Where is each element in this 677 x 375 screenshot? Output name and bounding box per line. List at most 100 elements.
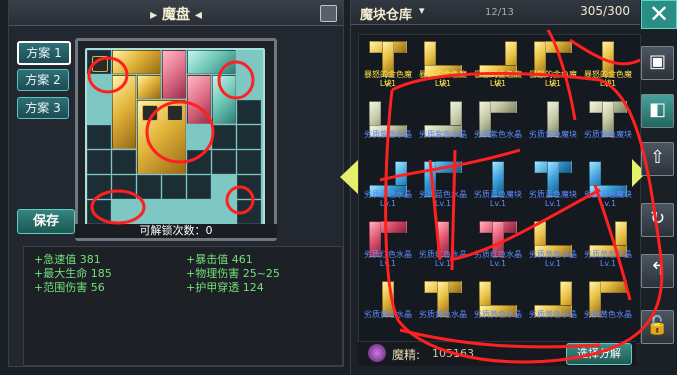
warehouse-title: 魔块仓库 [360, 8, 413, 23]
plan-2-button[interactable]: 方案 2 [17, 69, 69, 91]
inventory-item[interactable]: 劣质红色水晶 Lv.1 [472, 219, 524, 276]
unlock-count-value: 0 [205, 224, 213, 237]
title-ornament: ◂ [190, 7, 202, 23]
block-warehouse-panel: 魔块仓库 ▾ 12/13 305/300 暴怒的金色魔块 Lv.1 暴怒的金色魔块 L… [350, 0, 641, 375]
inventory-item[interactable]: 劣质紫色魔块 [582, 99, 634, 156]
board-cell[interactable] [87, 175, 111, 199]
inventory-item[interactable]: 劣质蓝色魔块 Lv.1 [582, 159, 634, 216]
item-level: Lv.1 [599, 199, 617, 208]
item-level: Lv.1 [489, 199, 507, 208]
board-cell[interactable] [87, 125, 111, 149]
inventory-item[interactable]: 暴怒的金色魔块 Lv.1 [417, 39, 469, 96]
inventory-item[interactable]: 暴怒的金色魔块 Lv.1 [582, 39, 634, 96]
item-name: 劣质蓝色水晶 [419, 190, 467, 199]
stat-label: +范围伤害 [34, 281, 88, 294]
teal-piece[interactable] [187, 50, 236, 74]
board-cell[interactable] [237, 100, 261, 124]
inventory-item[interactable]: 暴怒的金色魔块 Lv.1 [472, 39, 524, 96]
plan-3-button[interactable]: 方案 3 [17, 97, 69, 119]
lock-icon[interactable]: 🔓 [641, 310, 674, 344]
teal-piece[interactable] [212, 75, 236, 124]
settings-icon[interactable] [320, 5, 337, 22]
refresh-glyph: ↻ [649, 208, 666, 229]
item-name: 劣质蓝色魔块 [584, 190, 632, 199]
board-cell[interactable] [237, 150, 261, 174]
inventory-item[interactable]: 劣质紫色魔块 [527, 99, 579, 156]
board-cell[interactable] [112, 150, 136, 174]
inventory-item[interactable]: 劣质蓝色水晶 Lv.1 [417, 159, 469, 216]
essence-value: 105163 [432, 347, 474, 360]
panel-title: ▸ 魔盘 ◂ [9, 4, 343, 24]
copy-icon[interactable]: ▣ [641, 46, 674, 80]
item-name: 劣质黄色水晶 [474, 310, 522, 319]
board-cell[interactable] [187, 175, 211, 199]
inventory-item[interactable]: 暴怒的金色魔块 Lv.1 [362, 39, 414, 96]
upload-icon[interactable]: ⇧ [641, 142, 674, 176]
gem-socket-icon [167, 105, 183, 121]
page-indicator: 12/13 [485, 7, 514, 18]
inventory-item[interactable]: 劣质蓝色水晶 Lv.1 [362, 159, 414, 216]
inventory-item[interactable]: 劣质紫色水晶 [417, 99, 469, 156]
inventory-grid: 暴怒的金色魔块 Lv.1 暴怒的金色魔块 Lv.1 暴怒的金色魔块 Lv.1 暴怒的金色魔块… [358, 34, 641, 344]
item-name: 劣质黄色水晶 [584, 250, 632, 259]
plan-1-button[interactable]: 方案 1 [17, 41, 71, 65]
inventory-item[interactable]: 劣质黄色水晶 Lv.1 [582, 219, 634, 276]
pink-piece[interactable] [187, 75, 211, 124]
essence-label: 魔精: [392, 348, 421, 362]
close-button[interactable]: ✕ [641, 0, 677, 29]
inventory-item[interactable]: 劣质红色水晶 Lv.1 [417, 219, 469, 276]
back-glyph: ↰ [649, 259, 666, 280]
item-level: Lv.1 [434, 259, 452, 268]
item-name: 劣质黄色水晶 [529, 250, 577, 259]
item-level: Lv.1 [434, 79, 452, 88]
back-icon[interactable]: ↰ [641, 254, 674, 288]
item-name: 劣质紫色魔块 [529, 130, 577, 139]
item-level: Lv.1 [544, 259, 562, 268]
inventory-item[interactable]: 暴怒的金色魔块 Lv.1 [527, 39, 579, 96]
item-level: Lv.1 [489, 259, 507, 268]
pink-piece[interactable] [162, 50, 186, 99]
magic-disk-panel: ▸ 魔盘 ◂ 方案 1 方案 2 方案 3 保存 可解锁次数：0 +急速值 38… [8, 0, 344, 367]
board-cell[interactable] [87, 150, 111, 174]
capacity-counter: 305/300 [580, 4, 630, 18]
title-ornament: ▸ [150, 7, 162, 23]
inventory-item[interactable]: 劣质黄色水晶 [362, 279, 414, 336]
item-name: 劣质红色水晶 [364, 250, 412, 259]
magic-disk-board [75, 38, 277, 241]
board-cell[interactable] [212, 150, 236, 174]
board-cell[interactable] [237, 200, 261, 224]
board-cell[interactable] [112, 175, 136, 199]
board-cell[interactable] [162, 175, 186, 199]
refresh-icon[interactable]: ↻ [641, 203, 674, 237]
inventory-item[interactable]: 劣质红色水晶 Lv.1 [362, 219, 414, 276]
board-cell[interactable] [237, 125, 261, 149]
gold-piece[interactable] [112, 50, 161, 74]
layout-icon[interactable]: ◧ [641, 94, 674, 128]
inventory-item[interactable]: 劣质蓝色魔块 Lv.1 [472, 159, 524, 216]
inventory-item[interactable]: 劣质紫色水晶 [472, 99, 524, 156]
board-grid [85, 48, 265, 228]
inventory-item[interactable]: 劣质蓝色魔块 Lv.1 [527, 159, 579, 216]
board-cell[interactable] [237, 175, 261, 199]
board-cell[interactable] [87, 200, 111, 224]
inventory-item[interactable]: 劣质黄色水晶 [582, 279, 634, 336]
select-decompose-button[interactable]: 选择分解 [566, 343, 632, 365]
item-level: Lv.1 [489, 79, 507, 88]
inventory-item[interactable]: 劣质黄色水晶 [472, 279, 524, 336]
panel-title-text: 魔盘 [162, 7, 190, 23]
gold-piece[interactable] [112, 75, 136, 149]
item-level: Lv.1 [379, 259, 397, 268]
inventory-item[interactable]: 劣质黄色水晶 Lv.1 [527, 219, 579, 276]
save-button[interactable]: 保存 [17, 209, 75, 234]
chevron-down-icon[interactable]: ▾ [419, 4, 425, 17]
gem-socket-icon [142, 105, 158, 121]
gold-piece[interactable] [137, 75, 161, 99]
inventory-item[interactable]: 劣质黄色水晶 [527, 279, 579, 336]
board-cell[interactable] [187, 150, 211, 174]
board-cell[interactable] [137, 175, 161, 199]
board-cell[interactable] [212, 125, 236, 149]
inventory-item[interactable]: 劣质黄色水晶 [417, 279, 469, 336]
prev-page-arrow-icon[interactable] [340, 160, 358, 194]
stat-label: +护甲穿透 [186, 281, 240, 294]
inventory-item[interactable]: 劣质紫色水晶 [362, 99, 414, 156]
